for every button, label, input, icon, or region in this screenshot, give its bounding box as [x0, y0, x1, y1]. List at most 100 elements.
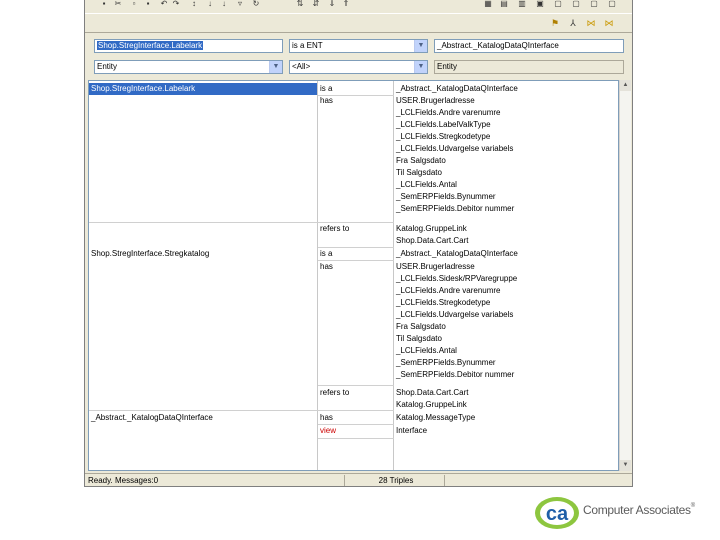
company-name: Computer Associates®: [583, 503, 695, 517]
redo-icon[interactable]: ↷: [171, 0, 181, 8]
object-cell[interactable]: Interface: [396, 425, 427, 437]
predicate-cell[interactable]: refers to: [320, 387, 349, 399]
sort-desc-icon[interactable]: ↓: [219, 0, 229, 8]
secondary-toolbar: ⚑ ⅄ ⋈ ⋈: [85, 13, 632, 33]
flag-icon[interactable]: ⚑: [549, 17, 561, 29]
object-cell[interactable]: Shop.Data.Cart.Cart: [396, 387, 468, 399]
arrow-icon[interactable]: ⇵: [311, 0, 321, 8]
object-cell[interactable]: _LCLFields.LabelValkType: [396, 119, 491, 131]
sort-icon[interactable]: ↕: [189, 0, 199, 8]
predicate-filter-select[interactable]: <All> ▼: [289, 60, 428, 74]
object-column: _Abstract._KatalogDataQInterface USER.Br…: [394, 81, 618, 470]
refresh-icon[interactable]: ↻: [251, 0, 261, 8]
chevron-down-icon[interactable]: ▼: [269, 61, 282, 73]
predicate-cell[interactable]: has: [320, 412, 333, 424]
chevron-down-icon[interactable]: ▼: [414, 40, 427, 52]
window-icon[interactable]: ▢: [571, 0, 581, 8]
object-cell[interactable]: _SemERPFields.Bynummer: [396, 191, 496, 203]
subject-cell[interactable]: Shop.StregInterface.Stregkatalog: [91, 248, 209, 260]
object-cell[interactable]: Fra Salgsdato: [396, 155, 446, 167]
move-icon[interactable]: ⇓: [327, 0, 337, 8]
object-cell[interactable]: _Abstract._KatalogDataQInterface: [396, 83, 518, 95]
hierarchy-icon[interactable]: ⅄: [567, 17, 579, 29]
bowtie-icon[interactable]: ⋈: [585, 17, 597, 29]
filter-icon[interactable]: ▿: [235, 0, 245, 8]
move-icon[interactable]: ⇑: [341, 0, 351, 8]
predicate-select[interactable]: is a ENT ▼: [289, 39, 428, 53]
object-cell[interactable]: Katalog.MessageType: [396, 412, 475, 424]
object-cell[interactable]: _SemERPFields.Debitor nummer: [396, 203, 514, 215]
object-cell[interactable]: Katalog.GruppeLink: [396, 223, 467, 235]
object-input[interactable]: _Abstract._KatalogDataQInterface: [434, 39, 624, 53]
object-cell[interactable]: _LCLFields.Udvargelse variabels: [396, 143, 513, 155]
object-cell[interactable]: _LCLFields.Andre varenumre: [396, 285, 501, 297]
subject-input[interactable]: Shop.StregInterface.Labelark: [94, 39, 283, 53]
row-divider: [318, 385, 394, 386]
undo-icon[interactable]: ↶: [159, 0, 169, 8]
subject-value: Shop.StregInterface.Labelark: [97, 41, 204, 50]
cut-icon[interactable]: ✂: [113, 0, 123, 8]
toolbar: ▪ ✂ ▫ ▪ ↶ ↷ ↕ ↓ ↓ ▿ ↻ ⇅ ⇵ ⇓ ⇑ ▦ ▤ ▥ ▣ ▢ …: [85, 0, 632, 12]
tree-icon[interactable]: ▥: [517, 0, 527, 8]
sort-asc-icon[interactable]: ↓: [205, 0, 215, 8]
copy-icon[interactable]: ▫: [129, 0, 139, 8]
object-cell[interactable]: _LCLFields.Stregkodetype: [396, 131, 490, 143]
predicate-cell[interactable]: view: [320, 425, 336, 437]
object-cell[interactable]: Til Salgsdato: [396, 333, 442, 345]
window-icon[interactable]: ▢: [589, 0, 599, 8]
subject-type-select[interactable]: Entity ▼: [94, 60, 283, 74]
subject-cell[interactable]: Shop.StregInterface.Labelark: [91, 83, 195, 95]
vertical-scrollbar[interactable]: ▲ ▼: [619, 80, 631, 471]
logo-mark-text: ca: [546, 503, 569, 525]
scroll-up-icon[interactable]: ▲: [620, 80, 631, 91]
status-message: Ready. Messages:0: [85, 475, 345, 486]
chevron-down-icon[interactable]: ▼: [414, 61, 427, 73]
subject-type-value: Entity: [97, 62, 118, 71]
grid-icon[interactable]: ▦: [483, 0, 493, 8]
object-value: _Abstract._KatalogDataQInterface: [437, 41, 559, 50]
relation-icon[interactable]: ⋈: [603, 17, 615, 29]
subject-column: Shop.StregInterface.Labelark Shop.StregI…: [89, 81, 318, 470]
window-icon[interactable]: ▢: [553, 0, 563, 8]
predicate-cell[interactable]: refers to: [320, 223, 349, 235]
trademark-symbol: ®: [690, 503, 695, 509]
ca-logo-mark: ca: [535, 497, 579, 529]
object-cell[interactable]: Til Salgsdato: [396, 167, 442, 179]
help-icon[interactable]: ▢: [607, 0, 617, 8]
arrow-icon[interactable]: ⇅: [295, 0, 305, 8]
predicate-cell[interactable]: has: [320, 261, 333, 273]
status-bar: Ready. Messages:0 28 Triples: [85, 473, 632, 487]
object-cell[interactable]: _LCLFields.Antal: [396, 345, 457, 357]
properties-icon[interactable]: ▣: [535, 0, 545, 8]
object-cell[interactable]: Fra Salgsdato: [396, 321, 446, 333]
object-cell[interactable]: Katalog.GruppeLink: [396, 399, 467, 411]
object-cell[interactable]: USER.Brugerladresse: [396, 95, 475, 107]
row-divider: [89, 222, 318, 223]
app-window: ▪ ✂ ▫ ▪ ↶ ↷ ↕ ↓ ↓ ▿ ↻ ⇅ ⇵ ⇓ ⇑ ▦ ▤ ▥ ▣ ▢ …: [84, 0, 633, 487]
object-cell[interactable]: _SemERPFields.Bynummer: [396, 357, 496, 369]
row-divider: [318, 438, 394, 439]
list-icon[interactable]: ▤: [499, 0, 509, 8]
paste-icon[interactable]: ▪: [143, 0, 153, 8]
object-cell[interactable]: Shop.Data.Cart.Cart: [396, 235, 468, 247]
object-cell[interactable]: _LCLFields.Stregkodetype: [396, 297, 490, 309]
predicate-filter-value: <All>: [292, 62, 311, 71]
triples-grid[interactable]: Shop.StregInterface.Labelark Shop.StregI…: [88, 80, 619, 471]
object-cell[interactable]: _LCLFields.Sidesk/RPVaregruppe: [396, 273, 517, 285]
predicate-value: is a ENT: [292, 41, 323, 50]
row-divider: [318, 410, 394, 411]
object-type-value: Entity: [437, 62, 458, 71]
subject-cell[interactable]: _Abstract._KatalogDataQInterface: [91, 412, 213, 424]
predicate-cell[interactable]: is a: [320, 248, 332, 260]
object-cell[interactable]: _LCLFields.Udvargelse variabels: [396, 309, 513, 321]
predicate-cell[interactable]: is a: [320, 83, 332, 95]
company-name-text: Computer Associates: [583, 503, 691, 517]
predicate-cell[interactable]: has: [320, 95, 333, 107]
scroll-down-icon[interactable]: ▼: [620, 460, 631, 471]
object-cell[interactable]: _SemERPFields.Debitor nummer: [396, 369, 514, 381]
object-cell[interactable]: _LCLFields.Andre varenumre: [396, 107, 501, 119]
object-cell[interactable]: _LCLFields.Antal: [396, 179, 457, 191]
save-icon[interactable]: ▪: [99, 0, 109, 8]
object-cell[interactable]: USER.Brugerladresse: [396, 261, 475, 273]
object-cell[interactable]: _Abstract._KatalogDataQInterface: [396, 248, 518, 260]
